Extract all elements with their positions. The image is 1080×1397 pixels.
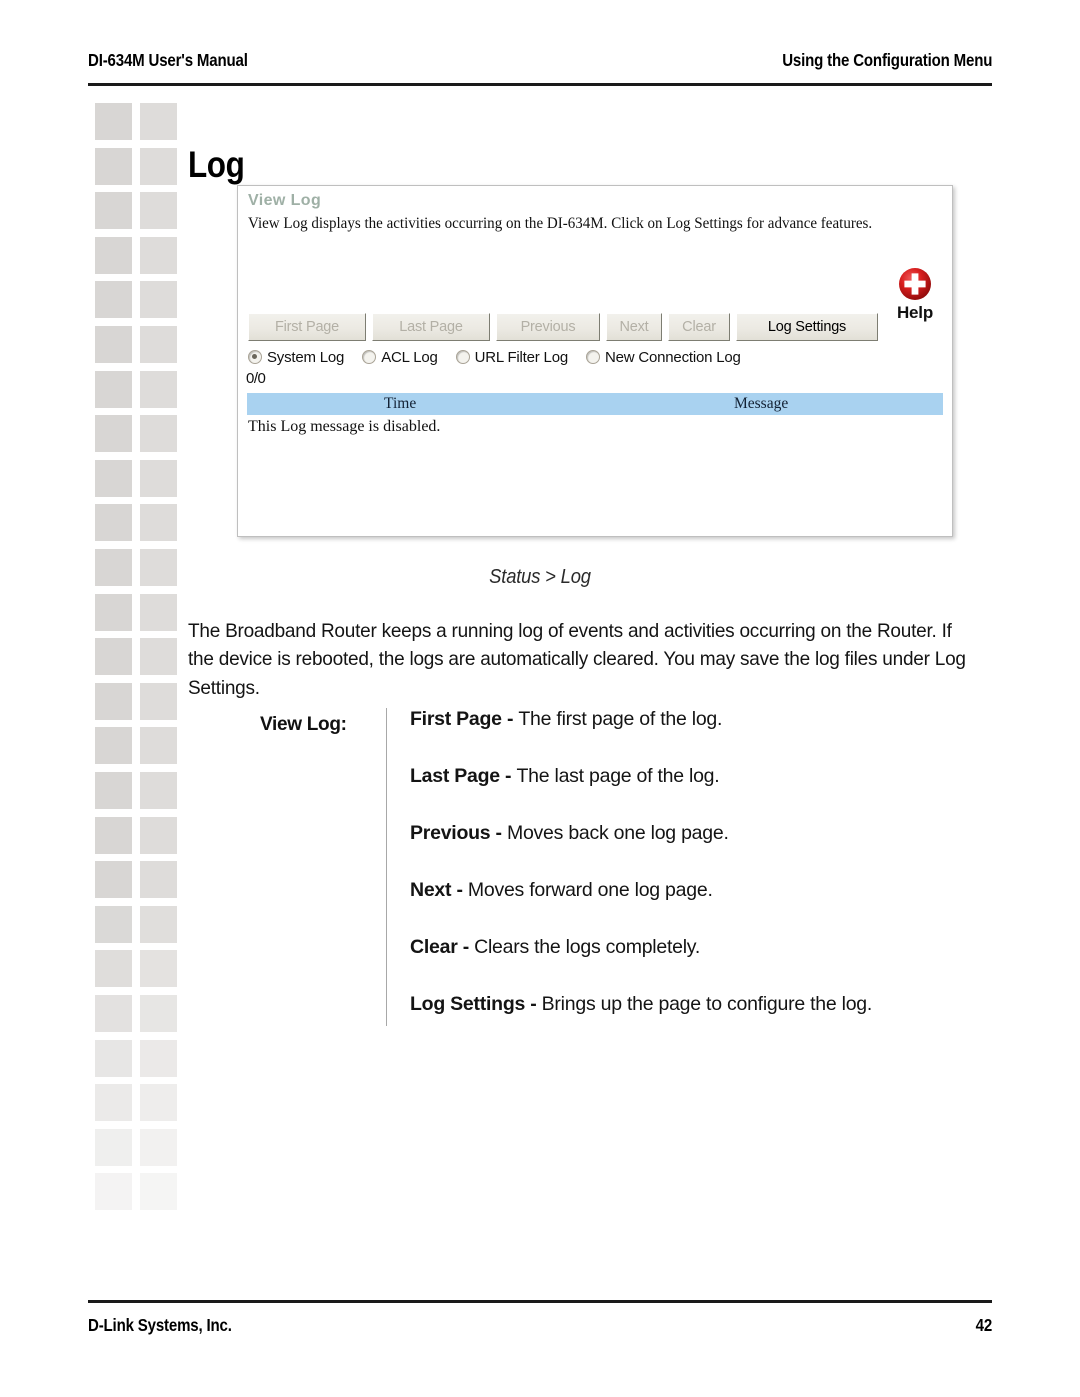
- radio-label: System Log: [267, 348, 345, 366]
- definition-item-first-page: First Page - The first page of the log.: [410, 706, 990, 763]
- header-manual-title: DI-634M User's Manual: [88, 50, 248, 70]
- definition-term: Previous: [410, 822, 491, 844]
- definition-separator: -: [525, 993, 542, 1015]
- definition-term: Next: [410, 879, 452, 901]
- radio-dot-icon: [455, 350, 470, 364]
- definition-term: First Page: [410, 708, 502, 730]
- footer-page-number: 42: [975, 1315, 993, 1335]
- definitions-list: First Page - The first page of the log. …: [410, 706, 990, 1048]
- radio-new-connection-log[interactable]: New Connection Log: [586, 349, 741, 366]
- radio-label: ACL Log: [381, 348, 438, 366]
- radio-system-log[interactable]: System Log: [248, 349, 344, 366]
- page-footer: D-Link Systems, Inc. 42: [88, 1300, 992, 1350]
- next-button[interactable]: Next: [606, 313, 662, 341]
- definitions-label: View Log:: [260, 714, 347, 735]
- definition-separator: -: [457, 936, 475, 958]
- header-rule: [88, 83, 992, 87]
- radio-dot-icon: [362, 350, 377, 364]
- log-page-counter: 0/0: [246, 370, 266, 387]
- radio-label: New Connection Log: [605, 348, 741, 366]
- definition-description: Moves back one log page.: [506, 822, 729, 844]
- definition-separator: -: [501, 708, 519, 730]
- body-paragraph: The Broadband Router keeps a running log…: [188, 619, 966, 699]
- decorative-square-grid: [0, 0, 200, 1250]
- log-type-radio-group: System Log ACL Log URL Filter Log New Co…: [248, 346, 759, 368]
- definition-separator: -: [490, 822, 507, 844]
- help-button-label: Help: [896, 303, 934, 322]
- definition-item-log-settings: Log Settings - Brings up the page to con…: [410, 991, 990, 1048]
- definition-item-previous: Previous - Moves back one log page.: [410, 820, 990, 877]
- radio-acl-log[interactable]: ACL Log: [362, 348, 438, 366]
- previous-button[interactable]: Previous: [496, 313, 600, 341]
- definition-description: The first page of the log.: [518, 708, 723, 730]
- definition-term: Last Page: [410, 765, 500, 787]
- radio-label: URL Filter Log: [474, 348, 569, 366]
- page-header: DI-634M User's Manual Using the Configur…: [88, 50, 992, 92]
- figure-caption: Status > Log: [489, 566, 591, 588]
- log-settings-button[interactable]: Log Settings: [736, 313, 878, 341]
- column-header-message: Message: [733, 395, 789, 412]
- definition-term: Log Settings: [410, 993, 526, 1015]
- help-button[interactable]: Help: [886, 266, 944, 323]
- radio-dot-icon: [248, 350, 262, 364]
- log-toolbar: First Page Last Page Previous Next Clear…: [248, 313, 878, 341]
- view-log-screenshot-panel: View Log View Log displays the activitie…: [237, 185, 953, 537]
- definition-separator: -: [499, 765, 517, 787]
- column-header-time: Time: [384, 395, 417, 412]
- definition-item-next: Next - Moves forward one log page.: [410, 877, 990, 934]
- last-page-button[interactable]: Last Page: [372, 313, 490, 341]
- definition-description: Moves forward one log page.: [467, 879, 713, 901]
- definition-item-last-page: Last Page - The last page of the log.: [410, 763, 990, 820]
- definition-description: The last page of the log.: [516, 765, 720, 787]
- help-plus-icon: [899, 268, 931, 300]
- definition-description: Clears the logs completely.: [474, 936, 701, 958]
- footer-rule: [88, 1300, 992, 1304]
- definitions-divider: [386, 708, 387, 1026]
- definition-item-clear: Clear - Clears the logs completely.: [410, 934, 990, 991]
- radio-url-filter-log[interactable]: URL Filter Log: [455, 348, 569, 366]
- page-title: Log: [188, 143, 245, 185]
- definition-description: Brings up the page to configure the log.: [541, 993, 873, 1015]
- log-table-header: Time Message: [247, 393, 943, 415]
- log-empty-message: This Log message is disabled.: [248, 418, 441, 435]
- clear-button[interactable]: Clear: [668, 313, 730, 341]
- header-section-title: Using the Configuration Menu: [781, 50, 992, 70]
- view-log-panel-title: View Log: [248, 192, 322, 209]
- footer-company: D-Link Systems, Inc.: [88, 1315, 232, 1335]
- radio-dot-icon: [586, 350, 600, 364]
- definition-term: Clear: [410, 936, 458, 958]
- first-page-button[interactable]: First Page: [248, 313, 366, 341]
- view-log-panel-description: View Log displays the activities occurri…: [248, 215, 873, 232]
- definition-separator: -: [451, 879, 468, 901]
